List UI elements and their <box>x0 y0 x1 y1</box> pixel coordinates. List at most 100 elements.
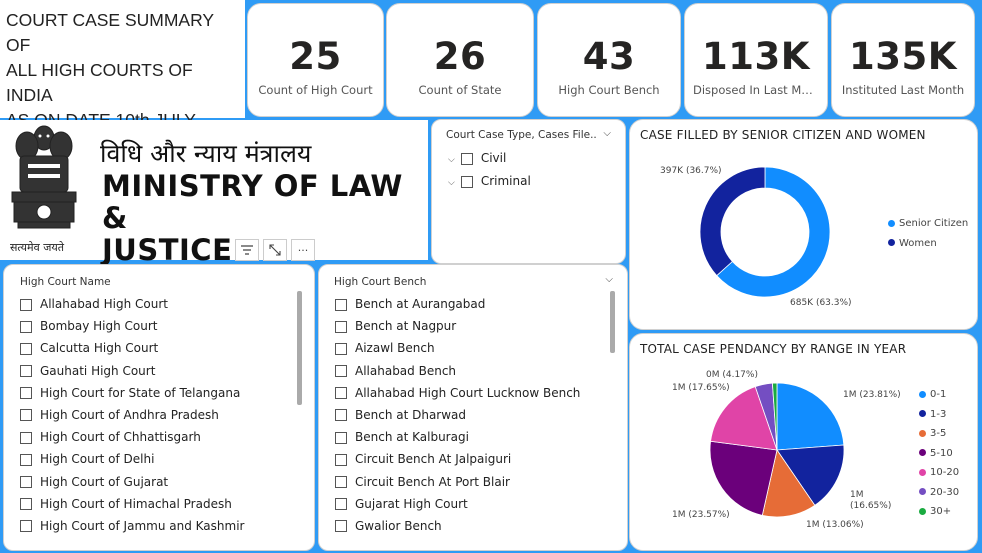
kpi-label: Count of High Court <box>258 83 373 97</box>
list-item[interactable]: Bench at Dharwad <box>335 404 605 426</box>
checkbox[interactable] <box>335 431 347 444</box>
list-item[interactable]: Bombay High Court <box>20 315 292 337</box>
data-label-senior: 685K (63.3%) <box>790 298 852 308</box>
case-type-slicer-title: Court Case Type, Cases File... <box>446 129 596 141</box>
national-emblem-icon <box>11 125 77 229</box>
checkbox[interactable] <box>335 498 347 511</box>
list-item[interactable]: High Court for State of Telangana <box>20 382 292 404</box>
checkbox[interactable] <box>460 175 473 188</box>
list-item[interactable]: Allahabad Bench <box>335 360 605 382</box>
data-label: 1M (23.57%) <box>672 510 730 520</box>
list-item[interactable]: High Court of Delhi <box>20 448 292 470</box>
checkbox[interactable] <box>335 387 347 400</box>
list-item[interactable]: ⌵ Criminal <box>448 170 531 193</box>
kpi-label: Disposed In Last Mo... <box>693 83 820 97</box>
legend-item[interactable]: 0-1 <box>919 385 959 405</box>
list-item-label: High Court of Himachal Pradesh <box>40 496 232 511</box>
legend-item[interactable]: 20-30 <box>919 483 959 503</box>
expand-chevron-icon[interactable]: ⌵ <box>448 155 455 165</box>
pie-slice-0-1[interactable] <box>776 382 845 451</box>
checkbox[interactable] <box>20 365 32 378</box>
kpi-card-instituted[interactable]: 135K Instituted Last Month <box>831 3 975 117</box>
checkbox[interactable] <box>20 320 32 333</box>
kpi-card-high-court[interactable]: 25 Count of High Court <box>247 3 384 117</box>
checkbox[interactable] <box>20 342 32 355</box>
list-item[interactable]: High Court of Chhattisgarh <box>20 426 292 448</box>
checkbox[interactable] <box>335 365 347 378</box>
chevron-down-icon[interactable]: ⌵ <box>605 274 613 285</box>
legend-label: Senior Citizen <box>899 218 969 229</box>
list-item[interactable]: Aizawl Bench <box>335 337 605 359</box>
list-item[interactable]: Gujarat High Court <box>335 493 605 515</box>
chart-legend: Senior Citizen Women <box>888 214 968 253</box>
list-item[interactable]: Allahabad High Court <box>20 293 292 315</box>
kpi-card-bench[interactable]: 43 High Court Bench <box>537 3 681 117</box>
data-label: 1M (16.65%) <box>850 490 892 511</box>
list-item[interactable]: ⌵ Civil <box>448 147 531 170</box>
checkbox[interactable] <box>460 152 473 165</box>
legend-item[interactable]: 10-20 <box>919 463 959 483</box>
title-line-2: ALL HIGH COURTS OF INDIA <box>6 60 193 105</box>
checkbox[interactable] <box>335 320 347 333</box>
list-item[interactable]: Calcutta High Court <box>20 337 292 359</box>
list-item[interactable]: High Court of Gujarat <box>20 471 292 493</box>
list-item-label: High Court of Jammu and Kashmir <box>40 518 245 533</box>
list-item[interactable]: Gauhati High Court <box>20 360 292 382</box>
legend-item[interactable]: Women <box>888 234 968 254</box>
scrollbar[interactable] <box>610 291 615 353</box>
checkbox[interactable] <box>20 409 32 422</box>
list-item[interactable]: Bench at Nagpur <box>335 315 605 337</box>
legend-label: 30+ <box>930 506 952 517</box>
focus-mode-icon[interactable] <box>263 239 287 261</box>
checkbox[interactable] <box>20 476 32 488</box>
data-label: 0M (4.17%) <box>706 370 758 380</box>
legend-dot <box>919 449 926 456</box>
checkbox[interactable] <box>20 387 32 400</box>
list-item[interactable]: High Court of Jammu and Kashmir <box>20 515 292 537</box>
checkbox[interactable] <box>335 453 347 466</box>
list-item[interactable]: Circuit Bench At Port Blair <box>335 471 605 493</box>
kpi-value: 25 <box>289 35 342 78</box>
legend-item[interactable]: 1-3 <box>919 405 959 425</box>
legend-item[interactable]: 5-10 <box>919 444 959 464</box>
checkbox[interactable] <box>335 520 347 533</box>
checkbox[interactable] <box>335 409 347 422</box>
list-item-label: Bench at Dharwad <box>355 407 467 422</box>
list-item[interactable]: Bench at Aurangabad <box>335 293 605 315</box>
pie-slice-women[interactable] <box>699 166 766 277</box>
list-item[interactable]: High Court of Andhra Pradesh <box>20 404 292 426</box>
checkbox[interactable] <box>20 298 32 311</box>
checkbox[interactable] <box>335 476 347 488</box>
kpi-value: 135K <box>849 35 957 78</box>
legend-item[interactable]: Senior Citizen <box>888 214 968 234</box>
checkbox[interactable] <box>20 431 32 444</box>
case-type-list: ⌵ Civil ⌵ Criminal <box>448 147 531 193</box>
bench-slicer: High Court Bench ⌵ Bench at Aurangabad Be… <box>318 264 628 551</box>
filter-icon[interactable] <box>235 239 259 261</box>
list-item-label: Aizawl Bench <box>355 341 435 356</box>
list-item[interactable]: Bench at Kalburagi <box>335 426 605 448</box>
list-item-label: High Court of Andhra Pradesh <box>40 407 219 422</box>
checkbox[interactable] <box>20 498 32 511</box>
list-item[interactable]: Gwalior Bench <box>335 515 605 537</box>
data-label: 1M (17.65%) <box>672 383 730 393</box>
pendancy-chart-card: TOTAL CASE PENDANCY BY RANGE IN YEAR 0M … <box>629 333 978 551</box>
kpi-card-state[interactable]: 26 Count of State <box>386 3 534 117</box>
list-item[interactable]: High Court of Himachal Pradesh <box>20 493 292 515</box>
scrollbar[interactable] <box>297 291 302 405</box>
checkbox[interactable] <box>335 342 347 355</box>
checkbox[interactable] <box>335 298 347 311</box>
list-item-label: High Court of Chhattisgarh <box>40 430 201 445</box>
legend-dot <box>919 468 926 476</box>
checkbox[interactable] <box>20 520 32 533</box>
kpi-card-disposed[interactable]: 113K Disposed In Last Mo... <box>684 3 828 117</box>
list-item[interactable]: Circuit Bench At Jalpaiguri <box>335 448 605 470</box>
expand-chevron-icon[interactable]: ⌵ <box>448 178 455 188</box>
list-item[interactable]: Allahabad High Court Lucknow Bench <box>335 382 605 404</box>
list-item-label: Circuit Bench At Jalpaiguri <box>355 452 512 467</box>
chevron-down-icon[interactable]: ⌵ <box>603 128 611 139</box>
legend-item[interactable]: 3-5 <box>919 424 959 444</box>
checkbox[interactable] <box>20 453 32 466</box>
more-options-button[interactable]: ··· <box>291 239 315 261</box>
legend-item[interactable]: 30+ <box>919 502 959 522</box>
